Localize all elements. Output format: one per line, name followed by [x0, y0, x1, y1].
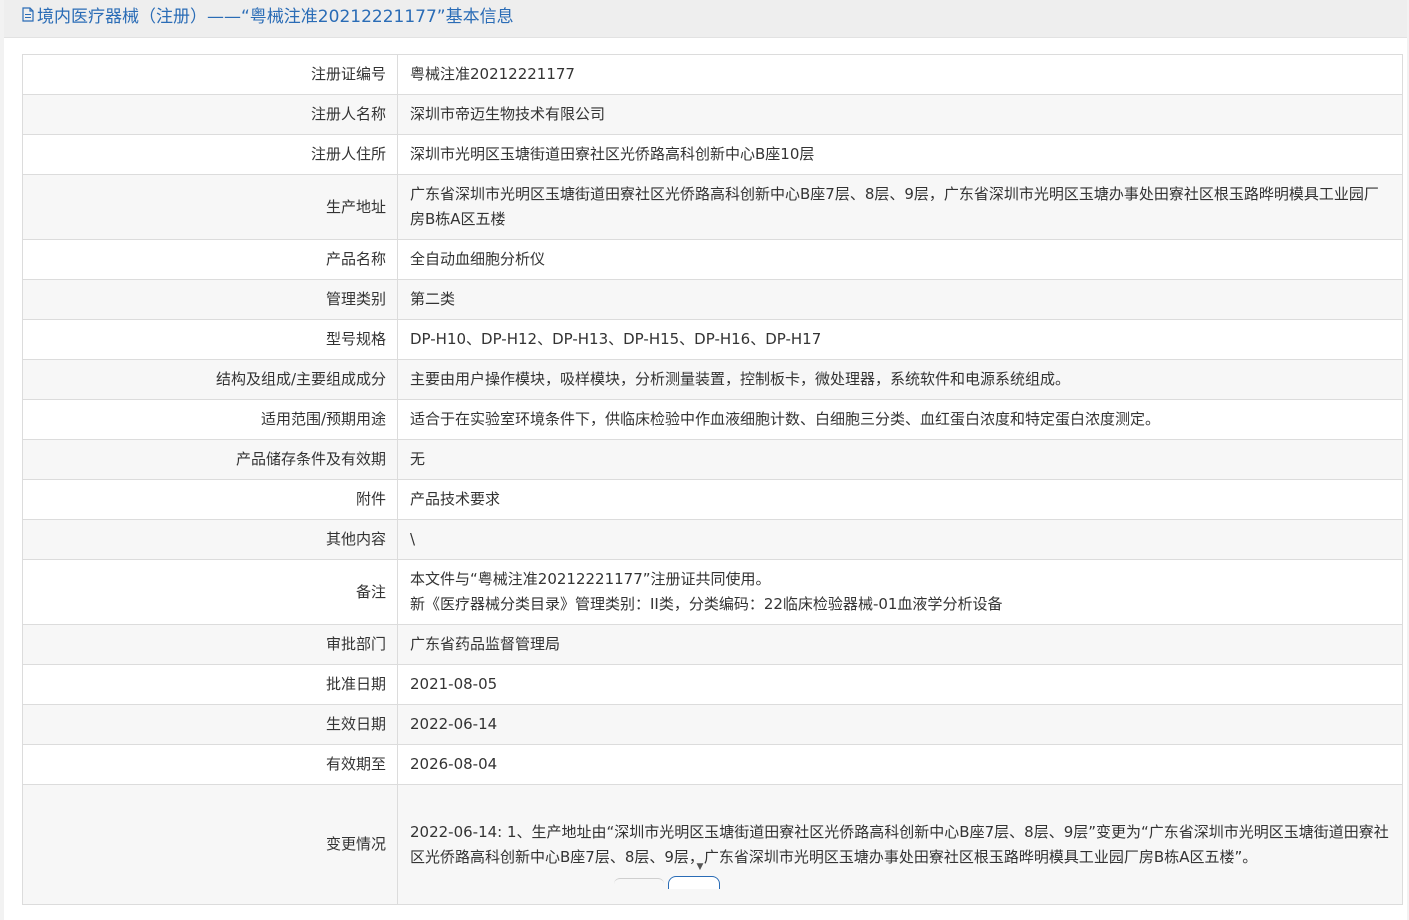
field-value: 无 — [397, 439, 1403, 480]
page-header: 境内医疗器械（注册）——“粤械注准20212221177”基本信息 — [4, 0, 1407, 38]
field-value-line: 第二类 — [410, 290, 456, 308]
table-row: 适用范围/预期用途 适合于在实验室环境条件下，供临床检验中作血液细胞计数、白细胞三… — [22, 399, 1403, 440]
field-label: 批准日期 — [22, 664, 398, 705]
field-value-line: 无 — [410, 450, 426, 468]
field-value-line: 深圳市帝迈生物技术有限公司 — [410, 105, 606, 123]
field-value-line: 2022-06-14: 1、生产地址由“深圳市光明区玉塘街道田寮社区光侨路高科创… — [410, 822, 1389, 866]
field-value-line: 广东省深圳市光明区玉塘街道田寮社区光侨路高科创新中心B座7层、8层、9层，广东省… — [410, 185, 1379, 228]
field-value-line: 新《医疗器械分类目录》管理类别：II类，分类编码：22临床检验器械-01血液学分… — [410, 595, 1003, 613]
field-label: 审批部门 — [22, 624, 398, 665]
field-value: 深圳市光明区玉塘街道田寮社区光侨路高科创新中心B座10层 — [397, 134, 1403, 175]
field-label: 注册证编号 — [22, 54, 398, 95]
table-row: 审批部门 广东省药品监督管理局 — [22, 624, 1403, 665]
info-panel: 注册证编号 粤械注准20212221177 注册人名称 深圳市帝迈生物技术有限公司 注册… — [4, 38, 1407, 920]
field-label: 管理类别 — [22, 279, 398, 320]
field-value: 第二类 — [397, 279, 1403, 320]
field-label: 产品储存条件及有效期 — [22, 439, 398, 480]
field-value: 2021-08-05 — [397, 664, 1403, 705]
table-row: 产品储存条件及有效期无 — [22, 439, 1403, 480]
field-label: 适用范围/预期用途 — [22, 399, 398, 440]
field-label: 型号规格 — [22, 319, 398, 360]
table-row: 管理类别 第二类 — [22, 279, 1403, 320]
scroll-down-icon[interactable]: ▼ — [690, 862, 710, 872]
field-value: 全自动血细胞分析仪 — [397, 239, 1403, 280]
field-value-line: 本文件与“粤械注准20212221177”注册证共同使用。 — [410, 570, 771, 588]
document-icon — [22, 7, 34, 22]
page: 境内医疗器械（注册）——“粤械注准20212221177”基本信息 注册证编号粤… — [0, 0, 1409, 920]
field-value: 广东省深圳市光明区玉塘街道田寮社区光侨路高科创新中心B座7层、8层、9层，广东省… — [397, 174, 1403, 240]
table-row: 其他内容 \ — [22, 519, 1403, 560]
table-row: 批准日期 2021-08-05 — [22, 664, 1403, 705]
table-row: 有效期至 2026-08-04 — [22, 744, 1403, 785]
field-label: 生产地址 — [22, 174, 398, 240]
info-table: 注册证编号 粤械注准20212221177 注册人名称 深圳市帝迈生物技术有限公司 注册… — [22, 54, 1403, 905]
field-value-line: 粤械注准20212221177 — [410, 65, 575, 83]
field-value-line: 广东省药品监督管理局 — [410, 635, 561, 653]
field-value: 主要由用户操作模块，吸样模块，分析测量装置，控制板卡，微处理器，系统软件和电源系… — [397, 359, 1403, 400]
table-row: 注册人名称 深圳市帝迈生物技术有限公司 — [22, 94, 1403, 135]
field-value-line: 适合于在实验室环境条件下，供临床检验中作血液细胞计数、白细胞三分类、血红蛋白浓度… — [410, 410, 1161, 428]
table-row: 产品名称 全自动血细胞分析仪 — [22, 239, 1403, 280]
table-row: 生效日期 2022-06-14 — [22, 704, 1403, 745]
table-row: 注册人住所 深圳市光明区玉塘街道田寮社区光侨路高科创新中心B座10层 — [22, 134, 1403, 175]
field-label: 注册人住所 — [22, 134, 398, 175]
field-value: 本文件与“粤械注准20212221177”注册证共同使用。新《医疗器械分类目录》… — [397, 559, 1403, 625]
bottom-tab[interactable] — [614, 878, 664, 889]
field-label: 附件 — [22, 479, 398, 520]
field-label: 生效日期 — [22, 704, 398, 745]
field-value: DP-H10、DP-H12、DP-H13、DP-H15、DP-H16、DP-H1… — [397, 319, 1403, 360]
table-row: 型号规格 DP-H10、DP-H12、DP-H13、DP-H15、DP-H16、D… — [22, 319, 1403, 360]
field-value: 2026-08-04 — [397, 744, 1403, 785]
table-row: 备注 本文件与“粤械注准20212221177”注册证共同使用。新《医疗器械分类目… — [22, 559, 1403, 625]
field-label: 有效期至 — [22, 744, 398, 785]
field-value-line: 2021-08-05 — [410, 675, 498, 693]
field-label: 产品名称 — [22, 239, 398, 280]
bottom-tab-active[interactable] — [668, 876, 720, 889]
field-value-line: DP-H10、DP-H12、DP-H13、DP-H15、DP-H16、DP-H1… — [410, 330, 822, 348]
field-label: 注册人名称 — [22, 94, 398, 135]
field-value-line: 主要由用户操作模块，吸样模块，分析测量装置，控制板卡，微处理器，系统软件和电源系… — [410, 370, 1071, 388]
field-value-line: 全自动血细胞分析仪 — [410, 250, 546, 268]
field-value-line: 2026-08-04 — [410, 755, 498, 773]
field-value: 粤械注准20212221177 — [397, 54, 1403, 95]
field-value: 深圳市帝迈生物技术有限公司 — [397, 94, 1403, 135]
field-value-line: \ — [410, 530, 416, 548]
field-value-line: 深圳市光明区玉塘街道田寮社区光侨路高科创新中心B座10层 — [410, 145, 815, 163]
table-row: 生产地址 广东省深圳市光明区玉塘街道田寮社区光侨路高科创新中心B座7层、8层、9层… — [22, 174, 1403, 240]
field-value: \ — [397, 519, 1403, 560]
field-value: 2022-06-14: 1、生产地址由“深圳市光明区玉塘街道田寮社区光侨路高科创… — [397, 784, 1403, 905]
field-value: 2022-06-14 — [397, 704, 1403, 745]
field-label: 其他内容 — [22, 519, 398, 560]
field-value: 适合于在实验室环境条件下，供临床检验中作血液细胞计数、白细胞三分类、血红蛋白浓度… — [397, 399, 1403, 440]
field-value: 广东省药品监督管理局 — [397, 624, 1403, 665]
page-title: 境内医疗器械（注册）——“粤械注准20212221177”基本信息 — [37, 7, 514, 27]
field-label: 备注 — [22, 559, 398, 625]
field-value-line: 2022-06-14 — [410, 715, 498, 733]
table-row: 附件 产品技术要求 — [22, 479, 1403, 520]
field-label: 变更情况 — [22, 784, 398, 905]
table-row: 结构及组成/主要组成成分 主要由用户操作模块，吸样模块，分析测量装置，控制板卡，微… — [22, 359, 1403, 400]
field-label: 结构及组成/主要组成成分 — [22, 359, 398, 400]
field-value: 产品技术要求 — [397, 479, 1403, 520]
table-row: 注册证编号 粤械注准20212221177 — [22, 54, 1403, 95]
field-value-line: 产品技术要求 — [410, 490, 501, 508]
